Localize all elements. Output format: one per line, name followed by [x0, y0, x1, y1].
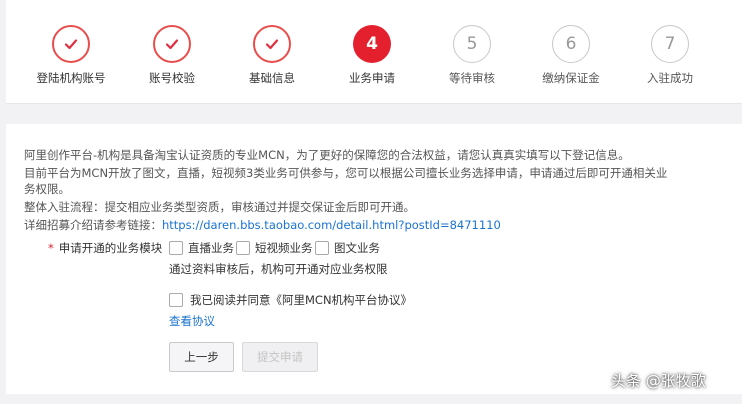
application-form: 阿里创作平台-机构是具备淘宝认证资质的专业MCN，为了更好的保障您的合法权益，请… — [6, 124, 742, 394]
option-article-label: 图文业务 — [334, 241, 380, 255]
step-number: 7 — [651, 25, 689, 63]
step-label: 登陆机构账号 — [36, 71, 106, 85]
agreement-row[interactable]: 我已阅读并同意《阿里MCN机构平台协议》 — [169, 292, 412, 308]
watermark: 头条 @张牧歌 — [611, 372, 706, 390]
intro-line-3: 整体入驻流程：提交相应业务类型资质，审核通过并提交保证金后即可开通。 — [24, 200, 415, 214]
check-icon — [52, 25, 90, 63]
agree-checkbox[interactable] — [169, 293, 183, 307]
option-short-video[interactable]: 短视频业务 — [236, 240, 313, 256]
step-4: 4 业务申请 — [317, 25, 427, 86]
step-7: 7 入驻成功 — [615, 25, 725, 86]
intro-line-2: 目前平台为MCN开放了图文，直播，短视频3类业务可供参与，您可以根据公司擅长业务… — [24, 166, 668, 196]
intro-line-4: 详细招募介绍请参考链接：https://daren.bbs.taobao.com… — [24, 217, 674, 233]
intro-text: 阿里创作平台-机构是具备淘宝认证资质的专业MCN，为了更好的保障您的合法权益，请… — [24, 147, 674, 233]
intro-line-1: 阿里创作平台-机构是具备淘宝认证资质的专业MCN，为了更好的保障您的合法权益，请… — [24, 148, 630, 162]
business-module-label-text: 申请开通的业务模块 — [58, 241, 163, 255]
option-short-video-label: 短视频业务 — [255, 241, 313, 255]
step-2: 账号校验 — [117, 25, 227, 86]
prev-step-button[interactable]: 上一步 — [169, 342, 234, 372]
view-agreement-link[interactable]: 查看协议 — [169, 313, 215, 329]
step-number: 4 — [353, 25, 391, 63]
option-live[interactable]: 直播业务 — [169, 240, 234, 256]
progress-steps: 登陆机构账号 账号校验 基础信息 4 业务申请 5 等待审核 6 缴纳保证金 7… — [6, 0, 742, 104]
short-video-checkbox[interactable] — [236, 241, 250, 255]
article-checkbox[interactable] — [315, 241, 329, 255]
required-mark: * — [48, 241, 54, 255]
check-icon — [253, 25, 291, 63]
step-label: 入驻成功 — [647, 71, 693, 85]
live-checkbox[interactable] — [169, 241, 183, 255]
check-icon — [153, 25, 191, 63]
recruit-link[interactable]: https://daren.bbs.taobao.com/detail.html… — [162, 218, 501, 232]
module-hint: 通过资料审核后，机构可开通对应业务权限 — [169, 262, 388, 276]
step-5: 5 等待审核 — [417, 25, 527, 86]
option-live-label: 直播业务 — [188, 241, 234, 255]
step-label: 账号校验 — [149, 71, 195, 85]
step-number: 6 — [552, 25, 590, 63]
step-label: 基础信息 — [249, 71, 295, 85]
business-module-label: * 申请开通的业务模块 — [48, 240, 162, 256]
submit-button[interactable]: 提交申请 — [242, 342, 318, 372]
step-label: 缴纳保证金 — [542, 71, 600, 85]
step-6: 6 缴纳保证金 — [516, 25, 626, 86]
step-number: 5 — [453, 25, 491, 63]
link-prefix: 详细招募介绍请参考链接： — [24, 218, 162, 232]
step-label: 等待审核 — [449, 71, 495, 85]
step-1: 登陆机构账号 — [16, 25, 126, 86]
option-article[interactable]: 图文业务 — [315, 240, 380, 256]
agree-label: 我已阅读并同意《阿里MCN机构平台协议》 — [190, 293, 413, 307]
step-label: 业务申请 — [349, 71, 395, 85]
step-3: 基础信息 — [217, 25, 327, 86]
